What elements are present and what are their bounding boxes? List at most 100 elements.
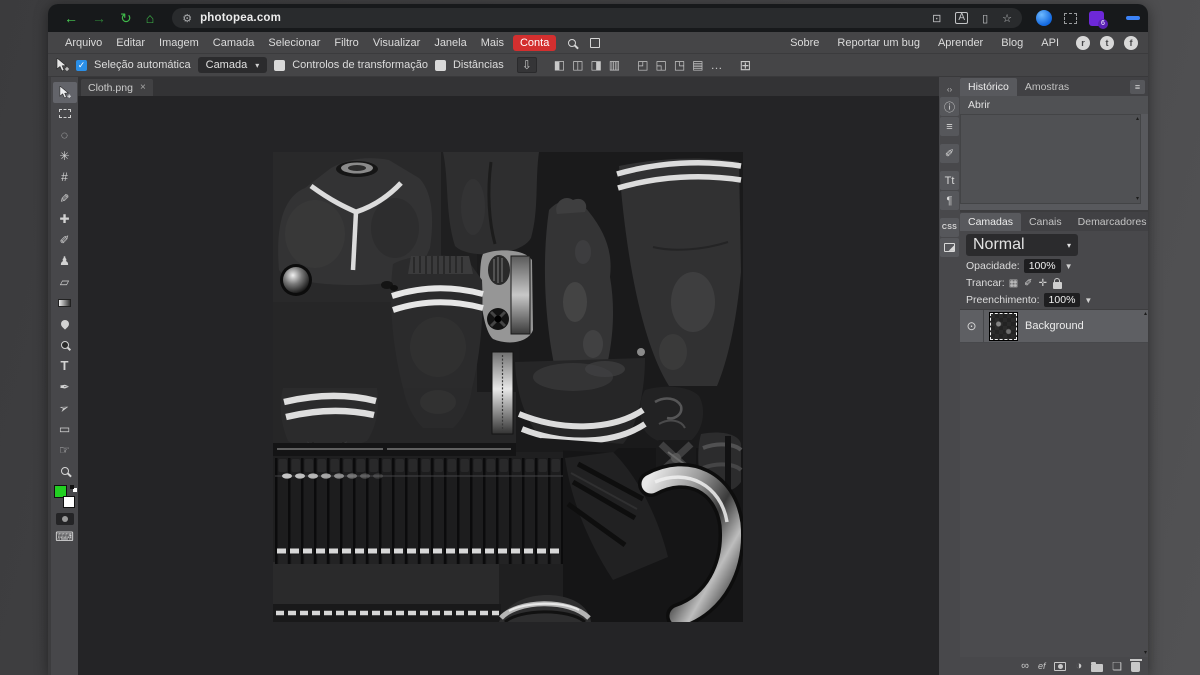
scroll-up-icon[interactable]: ▴ [1144,311,1147,317]
align-right-icon[interactable]: ◨ [590,59,601,71]
transform-controls-checkbox[interactable] [274,60,285,71]
menu-editar[interactable]: Editar [109,35,152,51]
layer-thumbnail[interactable] [990,313,1017,340]
tab-camadas[interactable]: Camadas [960,213,1021,231]
close-icon[interactable]: × [140,82,146,93]
spot-heal-tool[interactable]: ✚ [53,208,77,229]
quick-mask-button[interactable] [56,513,74,525]
auto-download-icon[interactable]: ⇩ [517,57,537,73]
menu-camada[interactable]: Camada [206,35,262,51]
tab-demarcadores[interactable]: Demarcadores [1070,213,1148,231]
reader-mode-icon[interactable]: ▯ [982,12,988,25]
tab-historico[interactable]: Histórico [960,78,1017,96]
fill-dropdown-icon[interactable]: ▼ [1084,296,1092,305]
send-to-device-icon[interactable]: ⊡ [932,12,941,25]
reddit-icon[interactable]: r [1076,36,1090,50]
distribute-horizontal-icon[interactable]: ▥ [609,59,620,71]
menu-filtro[interactable]: Filtro [327,35,365,51]
paragraph-panel-icon[interactable]: ¶ [940,191,959,210]
more-options-icon[interactable]: … [711,59,723,71]
eyedropper-tool[interactable]: ✏ [53,187,77,208]
color-swatches[interactable] [54,485,76,508]
reload-icon[interactable]: ↻ [120,11,132,25]
gradient-tool[interactable] [53,292,77,313]
lock-transparency-icon[interactable]: ▦ [1009,278,1018,289]
align-middle-icon[interactable]: ◱ [655,59,666,71]
history-list[interactable]: ▴ ▾ [960,114,1141,204]
menu-imagem[interactable]: Imagem [152,35,206,51]
adjustment-layer-icon[interactable]: ◑ [1075,660,1082,672]
crop-tool[interactable]: # [53,166,77,187]
scroll-down-icon[interactable]: ▾ [1144,650,1147,656]
url-bar[interactable]: ⚙ photopea.com ⊡ A ▯ ☆ [172,8,1022,28]
lock-move-icon[interactable]: ✛ [1039,278,1047,289]
blur-tool[interactable] [53,313,77,334]
link-layers-icon[interactable]: ∞ [1021,660,1029,672]
blend-mode-select[interactable]: Normal ▾ [966,234,1078,256]
new-layer-icon[interactable]: ❏ [1112,660,1122,673]
delete-layer-icon[interactable] [1131,662,1140,672]
strip-collapse-icon[interactable]: ‹› [947,87,952,95]
zoom-tool[interactable] [53,460,77,481]
grid-view-icon[interactable]: ⊞ [740,58,752,72]
align-bottom-icon[interactable]: ◳ [674,59,685,71]
align-center-icon[interactable]: ◫ [572,59,583,71]
history-menu-icon[interactable]: ≡ [1130,80,1145,94]
purple-extension-icon[interactable]: 6 [1089,11,1104,26]
facebook-icon[interactable]: f [1124,36,1138,50]
auto-select-checkbox[interactable]: ✓ [76,60,87,71]
menu-selecionar[interactable]: Selecionar [261,35,327,51]
visibility-eye-icon[interactable]: ⊙ [960,310,984,342]
fill-value[interactable]: 100% [1044,293,1081,307]
image-panel-icon[interactable]: ◢ [940,238,959,257]
menu-sobre[interactable]: Sobre [783,35,826,51]
opacity-dropdown-icon[interactable]: ▼ [1065,262,1073,271]
home-icon[interactable]: ⌂ [146,11,154,25]
tab-amostras[interactable]: Amostras [1017,78,1077,96]
new-group-icon[interactable] [1091,664,1103,672]
background-color-swatch[interactable] [63,496,75,508]
keyboard-shortcuts-icon[interactable]: ⌨ [55,529,74,545]
forward-icon[interactable]: → [92,11,106,25]
menu-blog[interactable]: Blog [994,35,1030,51]
magic-wand-tool[interactable]: ✳ [53,145,77,166]
move-tool[interactable] [53,82,77,103]
hand-tool[interactable]: ☞ [53,439,77,460]
brush-tool[interactable]: ✐ [53,229,77,250]
menu-api[interactable]: API [1034,35,1066,51]
bookmark-star-icon[interactable]: ☆ [1002,12,1012,25]
back-icon[interactable]: ← [64,11,78,25]
align-top-icon[interactable]: ◰ [637,59,648,71]
align-left-icon[interactable]: ◧ [554,59,565,71]
marquee-select-tool[interactable] [53,103,77,124]
menu-janela[interactable]: Janela [427,35,473,51]
layer-row-background[interactable]: ⊙ Background [960,310,1148,343]
menu-mais[interactable]: Mais [474,35,511,51]
screenshot-extension-icon[interactable] [1064,13,1077,24]
info-panel-icon[interactable]: ⓘ [940,97,959,116]
translate-icon[interactable]: A [955,12,968,24]
css-panel-icon[interactable]: CSS [940,218,959,237]
distances-checkbox[interactable] [435,60,446,71]
menu-reportar-bug[interactable]: Reportar um bug [830,35,927,51]
shape-tool[interactable]: ▭ [53,418,77,439]
distribute-vertical-icon[interactable]: ▤ [692,59,703,71]
properties-panel-icon[interactable]: ≡ [940,117,959,136]
menu-aprender[interactable]: Aprender [931,35,990,51]
path-select-tool[interactable]: ➢ [53,397,77,418]
canvas-image[interactable] [273,152,743,622]
document-tab[interactable]: Cloth.png × [81,79,153,96]
layer-name[interactable]: Background [1025,320,1084,332]
menu-visualizar[interactable]: Visualizar [366,35,428,51]
shazam-extension-icon[interactable] [1036,10,1052,26]
dodge-tool[interactable] [53,334,77,355]
lock-all-icon[interactable] [1053,282,1062,289]
type-tool[interactable]: T [53,355,77,376]
fullscreen-icon[interactable] [590,38,600,48]
target-select[interactable]: Camada ▾ [198,57,268,73]
tab-canais[interactable]: Canais [1021,213,1070,231]
lock-paint-icon[interactable]: ✐ [1024,278,1032,289]
brush-settings-icon[interactable]: ✐ [940,144,959,163]
search-icon[interactable] [568,39,576,47]
account-button[interactable]: Conta [513,35,556,51]
